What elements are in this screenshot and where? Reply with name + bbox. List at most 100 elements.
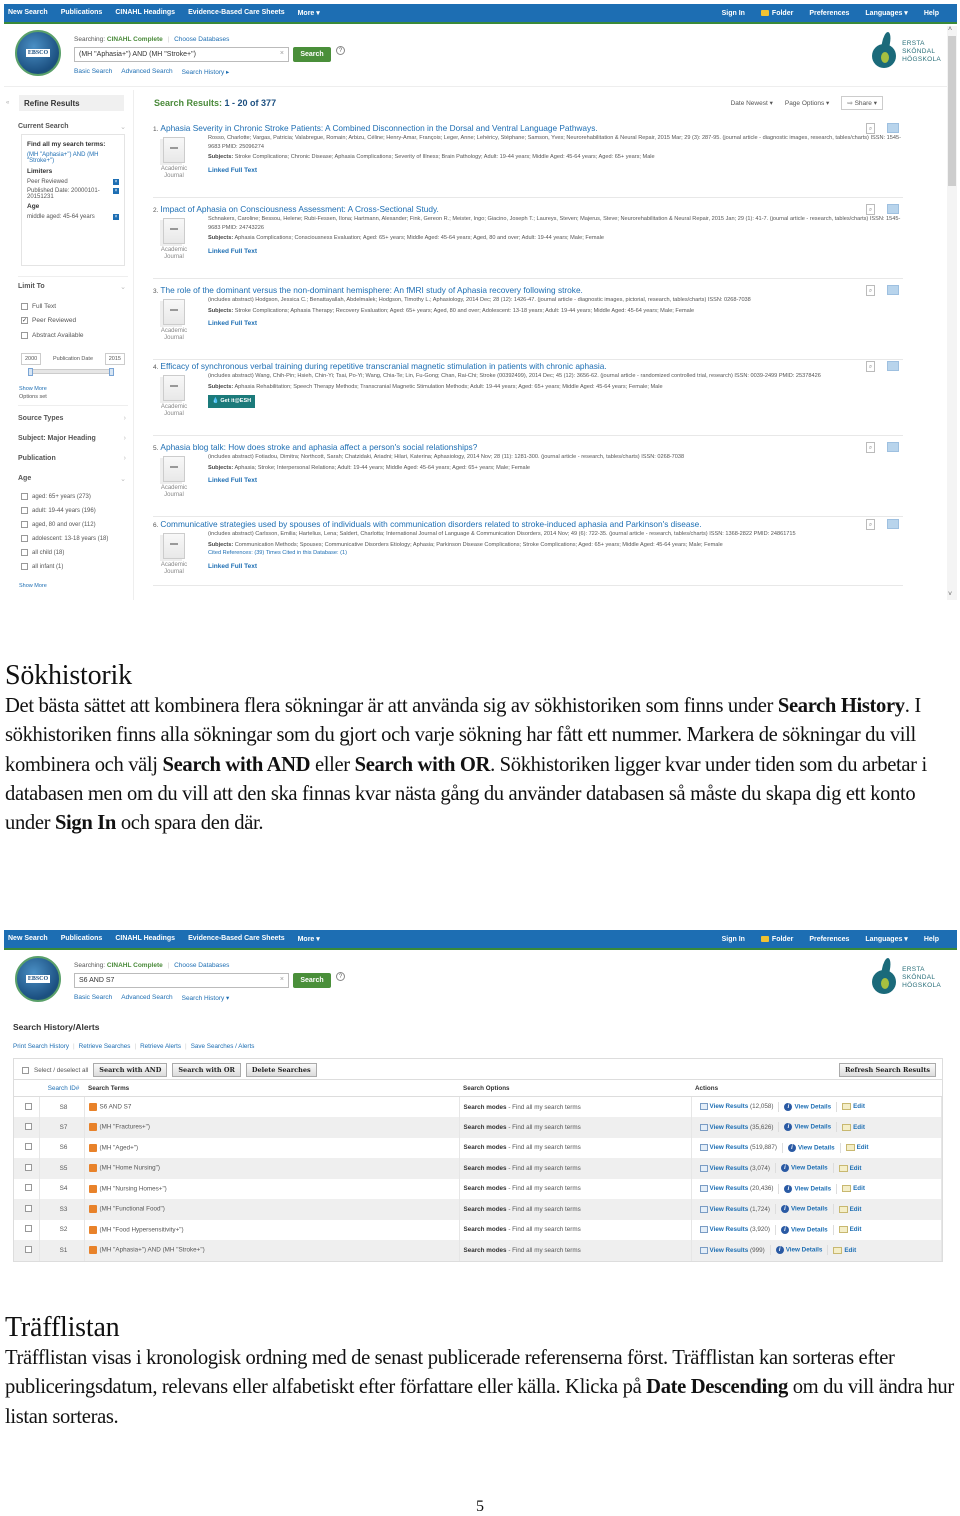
checkbox[interactable] bbox=[21, 535, 28, 542]
page-scrollbar[interactable]: ˄ ˅ bbox=[947, 26, 957, 600]
age-option[interactable]: adolescent: 13-18 years (18) bbox=[21, 535, 108, 542]
view-details-link[interactable]: i View Details bbox=[775, 1246, 822, 1255]
edit-link[interactable]: Edit bbox=[842, 1185, 865, 1192]
row-checkbox[interactable] bbox=[24, 1163, 32, 1171]
age-option[interactable]: all infant (1) bbox=[21, 563, 63, 570]
edit-link[interactable]: Edit bbox=[833, 1246, 856, 1254]
limit-peer-reviewed[interactable]: ✓ Peer Reviewed bbox=[21, 317, 76, 324]
select-all-checkbox[interactable] bbox=[22, 1066, 29, 1074]
edit-link[interactable]: Edit bbox=[838, 1226, 861, 1233]
linked-full-text-link[interactable]: Linked Full Text bbox=[208, 248, 908, 257]
linked-full-text-link[interactable]: Linked Full Text bbox=[208, 167, 908, 176]
col-search-id[interactable]: Search ID# bbox=[39, 1079, 84, 1097]
result-title-link[interactable]: Communicative strategies used by spouses… bbox=[160, 519, 701, 529]
view-details-link[interactable]: i View Details bbox=[780, 1164, 828, 1173]
row-checkbox[interactable] bbox=[24, 1184, 32, 1192]
linked-full-text-link[interactable]: Linked Full Text bbox=[208, 563, 908, 572]
scroll-down-icon[interactable]: ˅ bbox=[948, 591, 952, 598]
rss-icon[interactable] bbox=[88, 1143, 97, 1152]
checkbox[interactable] bbox=[21, 303, 28, 310]
add-to-folder-icon[interactable] bbox=[887, 285, 899, 295]
preview-icon[interactable]: ⌕ bbox=[866, 123, 875, 134]
add-to-folder-icon[interactable] bbox=[887, 519, 899, 529]
scrollbar-thumb[interactable] bbox=[948, 36, 956, 186]
view-details-link[interactable]: i View Details bbox=[784, 1123, 831, 1132]
nav-sign-in[interactable]: Sign In bbox=[722, 936, 745, 943]
checkbox[interactable] bbox=[21, 493, 28, 500]
clear-icon[interactable]: × bbox=[280, 50, 284, 57]
preview-icon[interactable]: ⌕ bbox=[866, 519, 875, 530]
rss-icon[interactable] bbox=[88, 1184, 97, 1193]
delete-searches-button[interactable]: Delete Searches bbox=[245, 1063, 317, 1077]
save-searches-link[interactable]: Save Searches / Alerts bbox=[191, 1043, 255, 1050]
nav-folder[interactable]: Folder bbox=[760, 10, 793, 17]
advanced-search-link[interactable]: Advanced Search bbox=[121, 994, 172, 1002]
search-with-and-button[interactable]: Search with AND bbox=[93, 1063, 168, 1077]
nav-languages[interactable]: Languages ▾ bbox=[865, 9, 907, 17]
add-to-folder-icon[interactable] bbox=[887, 361, 899, 371]
facet-age[interactable]: Age ⌄ bbox=[18, 475, 126, 483]
facet-publication[interactable]: Publication › bbox=[18, 455, 126, 462]
checkbox-checked[interactable]: ✓ bbox=[21, 317, 28, 324]
nav-publications[interactable]: Publications bbox=[61, 935, 103, 943]
share-button[interactable]: ⇨ Share ▾ bbox=[841, 96, 883, 110]
nav-more[interactable]: More ▾ bbox=[298, 9, 320, 17]
result-title-link[interactable]: The role of the dominant versus the non-… bbox=[160, 285, 582, 295]
rss-icon[interactable] bbox=[88, 1225, 97, 1234]
row-checkbox[interactable] bbox=[24, 1143, 32, 1151]
rss-icon[interactable] bbox=[88, 1123, 97, 1132]
scroll-up-icon[interactable]: ˄ bbox=[948, 26, 952, 33]
edit-link[interactable]: Edit bbox=[842, 1123, 865, 1131]
row-checkbox[interactable] bbox=[24, 1122, 32, 1130]
find-all-terms[interactable]: (MH "Aphasia+") AND (MH "Stroke+") bbox=[27, 152, 119, 164]
checkbox[interactable] bbox=[21, 507, 28, 514]
add-to-folder-icon[interactable] bbox=[887, 123, 899, 133]
row-checkbox[interactable] bbox=[24, 1245, 32, 1253]
rss-icon[interactable] bbox=[88, 1246, 97, 1255]
view-details-link[interactable]: i View Details bbox=[784, 1103, 831, 1111]
print-search-history-link[interactable]: Print Search History bbox=[13, 1043, 69, 1050]
edit-link[interactable]: Edit bbox=[842, 1103, 865, 1111]
row-checkbox[interactable] bbox=[24, 1225, 32, 1233]
date-from-input[interactable]: 2000 bbox=[21, 353, 42, 365]
nav-more[interactable]: More ▾ bbox=[298, 935, 320, 943]
retrieve-searches-link[interactable]: Retrieve Searches bbox=[79, 1043, 131, 1050]
cited-references-link[interactable]: Cited References: (39) Times Cited in th… bbox=[208, 549, 908, 558]
edit-link[interactable]: Edit bbox=[845, 1144, 869, 1151]
age-option[interactable]: all child (18) bbox=[21, 549, 64, 556]
limit-to-header[interactable]: Limit To ⌄ bbox=[18, 283, 126, 291]
search-input[interactable]: S6 AND S7 × bbox=[74, 973, 289, 988]
nav-publications[interactable]: Publications bbox=[61, 9, 103, 17]
choose-databases-link[interactable]: Choose Databases bbox=[174, 962, 229, 969]
nav-help[interactable]: Help bbox=[924, 936, 939, 943]
preview-icon[interactable]: ⌕ bbox=[866, 204, 875, 215]
search-input[interactable]: (MH "Aphasia+") AND (MH "Stroke+") × bbox=[74, 47, 289, 62]
view-results-link[interactable]: View Results (3,074) bbox=[699, 1164, 770, 1172]
rss-icon[interactable] bbox=[88, 1205, 97, 1214]
age-option[interactable]: adult: 19-44 years (196) bbox=[21, 507, 96, 514]
rss-icon[interactable] bbox=[88, 1103, 97, 1111]
get-it-esh-button[interactable]: 💧 Get it@ESH bbox=[208, 395, 256, 408]
facet-source-types[interactable]: Source Types › bbox=[18, 415, 126, 422]
preview-icon[interactable]: ⌕ bbox=[866, 442, 875, 453]
basic-search-link[interactable]: Basic Search bbox=[74, 68, 112, 76]
linked-full-text-link[interactable]: Linked Full Text bbox=[208, 477, 908, 486]
current-search-header[interactable]: Current Search ⌄ bbox=[18, 123, 126, 131]
collapse-icon[interactable]: « bbox=[6, 100, 9, 106]
nav-new-search[interactable]: New Search bbox=[8, 9, 48, 17]
view-details-link[interactable]: i View Details bbox=[784, 1184, 831, 1193]
view-results-link[interactable]: View Results (3,920) bbox=[699, 1226, 770, 1233]
rss-icon[interactable] bbox=[88, 1164, 97, 1173]
advanced-search-link[interactable]: Advanced Search bbox=[121, 68, 172, 76]
remove-icon[interactable]: × bbox=[113, 214, 119, 220]
show-more-link[interactable]: Show More bbox=[19, 386, 47, 392]
search-with-or-button[interactable]: Search with OR bbox=[172, 1063, 241, 1077]
ebsco-logo[interactable]: EBSCO bbox=[15, 30, 61, 76]
nav-care-sheets[interactable]: Evidence-Based Care Sheets bbox=[188, 9, 285, 17]
refresh-search-results-button[interactable]: Refresh Search Results bbox=[838, 1063, 936, 1077]
nav-cinahl-headings[interactable]: CINAHL Headings bbox=[115, 935, 175, 943]
edit-link[interactable]: Edit bbox=[838, 1164, 861, 1172]
help-icon[interactable]: ? bbox=[336, 46, 345, 55]
search-history-link[interactable]: Search History ▾ bbox=[182, 994, 230, 1002]
nav-preferences[interactable]: Preferences bbox=[809, 936, 849, 943]
